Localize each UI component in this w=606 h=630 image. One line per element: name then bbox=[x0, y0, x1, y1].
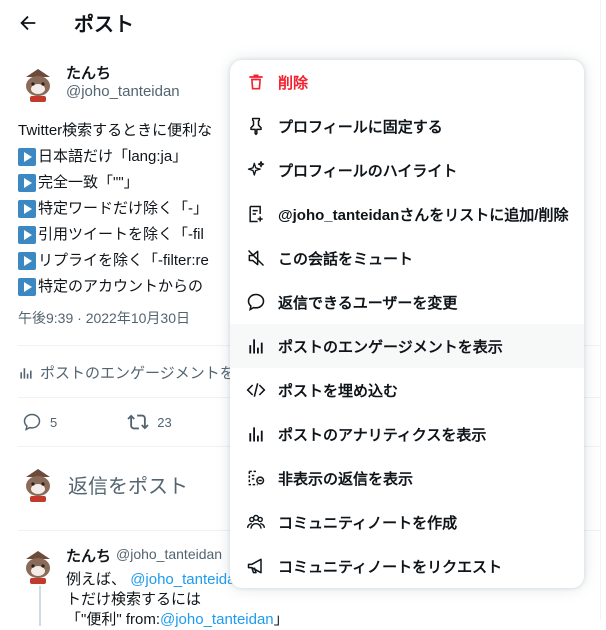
reply-author-handle[interactable]: @joho_tanteidan bbox=[116, 546, 222, 562]
mention-link[interactable]: @joho_tanteida bbox=[130, 571, 235, 588]
reply-icon bbox=[23, 413, 41, 431]
post-options-menu: 削除 プロフィールに固定する プロフィールのハイライト @joho_tantei… bbox=[230, 60, 584, 588]
thread-line bbox=[39, 586, 41, 626]
reply-author-name[interactable]: たんち bbox=[66, 545, 111, 566]
post-line: Twitter検索するときに便利な bbox=[18, 122, 213, 139]
play-button-icon bbox=[18, 278, 36, 296]
post-body: Twitter検索するときに便利な 日本語だけ「lang:ja」 完全一致「""… bbox=[18, 118, 212, 300]
play-button-icon bbox=[18, 226, 36, 244]
menu-item-embed-post[interactable]: ポストを埋め込む bbox=[230, 368, 584, 412]
post-line: 完全一致「""」 bbox=[18, 170, 212, 196]
bar-chart-icon bbox=[20, 367, 32, 379]
chat-bubble-icon bbox=[246, 292, 266, 312]
mute-icon bbox=[246, 248, 266, 268]
list-add-icon bbox=[246, 204, 266, 224]
play-button-icon bbox=[18, 174, 36, 192]
play-button-icon bbox=[18, 252, 36, 270]
post-timestamp[interactable]: 午後9:39 · 2022年10月30日 bbox=[18, 308, 190, 328]
menu-item-view-analytics[interactable]: ポストのアナリティクスを表示 bbox=[230, 412, 584, 456]
reply-input[interactable]: 返信をポスト bbox=[68, 470, 188, 499]
avatar[interactable] bbox=[18, 546, 58, 586]
reply-count: 5 bbox=[50, 414, 58, 430]
megaphone-icon bbox=[246, 556, 266, 576]
post-actions: 5 23 bbox=[22, 411, 172, 433]
embed-code-icon bbox=[246, 380, 266, 400]
avatar[interactable] bbox=[18, 64, 58, 104]
repost-button[interactable]: 23 bbox=[127, 411, 172, 433]
post-line: 引用ツイートを除く「-fil bbox=[18, 222, 212, 248]
hidden-replies-icon bbox=[246, 468, 266, 488]
post-line: リプライを除く「-filter:re bbox=[18, 248, 212, 274]
menu-item-write-community-note[interactable]: コミュニティノートを作成 bbox=[230, 500, 584, 544]
menu-item-view-engagements[interactable]: ポストのエンゲージメントを表示 bbox=[230, 324, 584, 368]
engagement-link[interactable]: ポストのエンゲージメントを bbox=[18, 362, 235, 383]
author-handle[interactable]: @joho_tanteidan bbox=[66, 83, 180, 100]
avatar bbox=[18, 464, 58, 504]
repost-count: 23 bbox=[157, 414, 172, 430]
repost-icon bbox=[127, 414, 149, 430]
menu-item-highlight[interactable]: プロフィールのハイライト bbox=[230, 148, 584, 192]
pin-icon bbox=[246, 116, 266, 136]
page-title: ポスト bbox=[74, 14, 134, 36]
menu-item-view-hidden-replies[interactable]: 非表示の返信を表示 bbox=[230, 456, 584, 500]
play-button-icon bbox=[18, 200, 36, 218]
sparkle-icon bbox=[246, 160, 266, 180]
author-name[interactable]: たんち bbox=[66, 62, 111, 83]
menu-item-add-to-list[interactable]: @joho_tanteidanさんをリストに追加/削除 bbox=[230, 192, 584, 236]
analytics-icon bbox=[246, 424, 266, 444]
post-line: 特定ワードだけ除く「-」 bbox=[18, 196, 212, 222]
menu-item-request-community-note[interactable]: コミュニティノートをリクエスト bbox=[230, 544, 584, 588]
back-arrow-icon[interactable] bbox=[17, 12, 39, 34]
trash-icon bbox=[246, 72, 266, 92]
people-icon bbox=[246, 512, 266, 532]
post-line: 日本語だけ「lang:ja」 bbox=[18, 144, 212, 170]
page-header: ポスト bbox=[0, 0, 600, 44]
menu-item-delete[interactable]: 削除 bbox=[230, 60, 584, 104]
reply-button[interactable]: 5 bbox=[22, 411, 57, 433]
post-line: 特定のアカウントからの bbox=[18, 274, 212, 300]
bar-chart-icon bbox=[246, 336, 266, 356]
menu-item-change-reply-settings[interactable]: 返信できるユーザーを変更 bbox=[230, 280, 584, 324]
menu-item-mute-conversation[interactable]: この会話をミュート bbox=[230, 236, 584, 280]
menu-item-pin-to-profile[interactable]: プロフィールに固定する bbox=[230, 104, 584, 148]
play-button-icon bbox=[18, 148, 36, 166]
